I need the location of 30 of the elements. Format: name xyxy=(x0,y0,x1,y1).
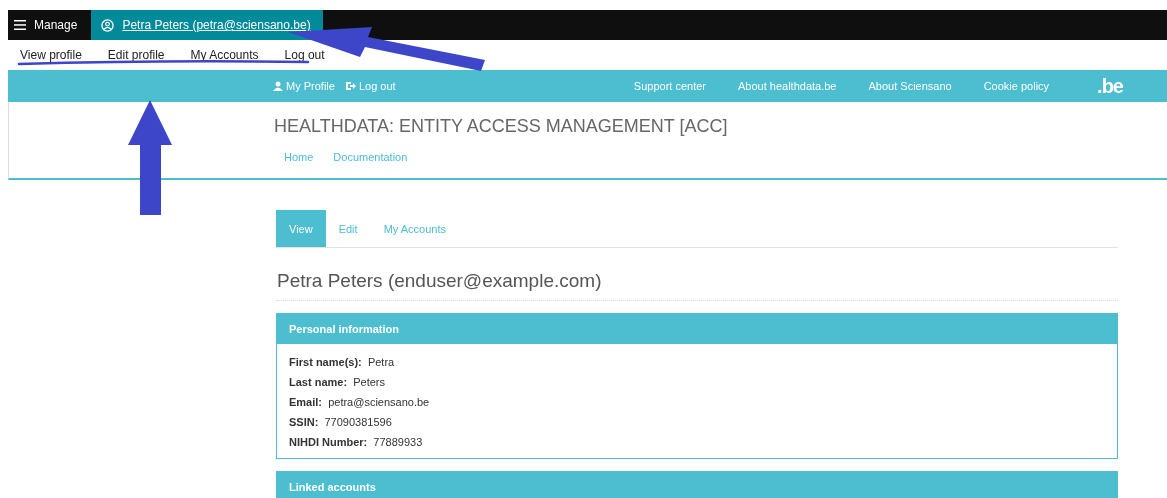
nav-link[interactable]: Documentation xyxy=(333,151,408,163)
top-link[interactable]: Support center xyxy=(633,80,706,92)
top-link[interactable]: About Sciensano xyxy=(868,80,952,92)
top-link[interactable]: Cookie policy xyxy=(983,80,1050,92)
user-icon xyxy=(273,81,283,91)
user-circle-icon xyxy=(101,18,115,32)
top-link[interactable]: My Profile xyxy=(273,80,335,92)
field-row-text: NIHDI Number: 77889933 xyxy=(289,435,424,450)
logo[interactable]: .be xyxy=(1097,74,1123,98)
logout-icon xyxy=(344,81,356,91)
field-row-text: Last name: Peters xyxy=(289,375,386,390)
tray-link[interactable]: Log out xyxy=(284,48,325,62)
manage-button[interactable]: Manage xyxy=(8,10,92,40)
field-row-text: Email: petra@sciensano.be xyxy=(289,395,431,410)
panel-heading: Personal information xyxy=(277,314,1117,344)
tab[interactable]: View xyxy=(276,210,326,247)
top-link[interactable]: Log out xyxy=(344,80,396,92)
site-title: HEALTHDATA: ENTITY ACCESS MANAGEMENT [ACC] xyxy=(274,116,729,137)
tab[interactable]: Edit xyxy=(325,210,371,247)
tab[interactable]: My Accounts xyxy=(370,210,459,247)
top-link[interactable]: About healthdata.be xyxy=(738,80,837,92)
menu-icon xyxy=(14,20,26,30)
panel-heading: Linked accounts xyxy=(277,472,1117,498)
field-row-text: SSIN: 77090381596 xyxy=(289,415,393,430)
nav-link[interactable]: Home xyxy=(284,151,314,163)
field-row-text: First name(s): Petra xyxy=(289,355,396,370)
tray-link[interactable]: View profile xyxy=(20,48,82,62)
page-title: Petra Peters (enduser@example.com) xyxy=(276,248,1118,301)
user-link[interactable]: Petra Peters (petra@sciensano.be) xyxy=(91,10,323,40)
tray-link[interactable]: Edit profile xyxy=(107,48,165,62)
